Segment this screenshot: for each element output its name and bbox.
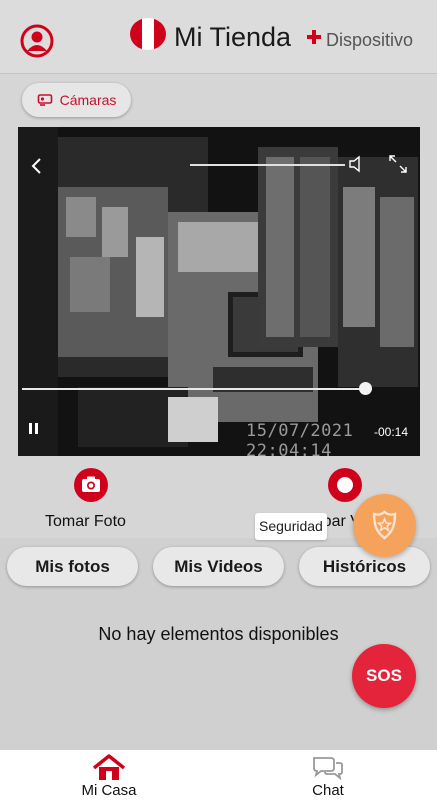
fullscreen-icon[interactable]	[388, 154, 408, 174]
take-photo-button[interactable]	[74, 468, 108, 502]
nav-label-home: Mi Casa	[81, 782, 137, 799]
back-arrow-icon[interactable]	[30, 157, 42, 175]
police-badge-icon	[372, 510, 397, 540]
volume-slider[interactable]	[190, 164, 345, 166]
sos-label: SOS	[366, 666, 402, 685]
volume-icon[interactable]	[348, 155, 362, 173]
chat-icon	[313, 757, 343, 781]
security-tooltip: Seguridad	[255, 513, 327, 540]
cameras-label: Cámaras	[59, 92, 117, 108]
video-time-remaining: -00:14	[374, 425, 409, 439]
page-title: Mi Tienda	[174, 22, 292, 52]
home-icon	[92, 754, 126, 780]
camera-video-player[interactable]: 15/07/2021 22:04:14 -00:14	[18, 127, 420, 456]
pause-icon[interactable]	[29, 423, 38, 434]
cameras-button[interactable]: Cámaras	[22, 83, 131, 117]
tab-my-photos[interactable]: Mis fotos	[7, 547, 138, 586]
video-progress-knob[interactable]	[359, 382, 372, 395]
nav-item-chat[interactable]: Chat	[219, 750, 437, 800]
app-header: Mi Tienda Dispositivo	[0, 0, 437, 74]
plus-icon	[307, 30, 321, 44]
nav-label-chat: Chat	[312, 782, 344, 799]
video-progress-bar[interactable]	[22, 388, 372, 390]
add-device-link[interactable]: Dispositivo	[326, 30, 413, 51]
nav-item-home[interactable]: Mi Casa	[0, 750, 218, 800]
tab-my-videos[interactable]: Mis Videos	[153, 547, 284, 586]
camera-icon	[82, 476, 100, 492]
take-photo-label: Tomar Foto	[45, 513, 126, 530]
bottom-navigation: Mi Casa Chat	[0, 750, 437, 800]
sos-button[interactable]: SOS	[352, 644, 416, 708]
user-profile-icon[interactable]	[20, 24, 54, 58]
empty-state-message: No hay elementos disponibles	[98, 624, 339, 644]
cctv-camera-icon	[37, 94, 52, 106]
security-button[interactable]	[353, 494, 416, 557]
camera-feed-image	[18, 127, 420, 456]
peru-flag-icon	[130, 18, 166, 50]
